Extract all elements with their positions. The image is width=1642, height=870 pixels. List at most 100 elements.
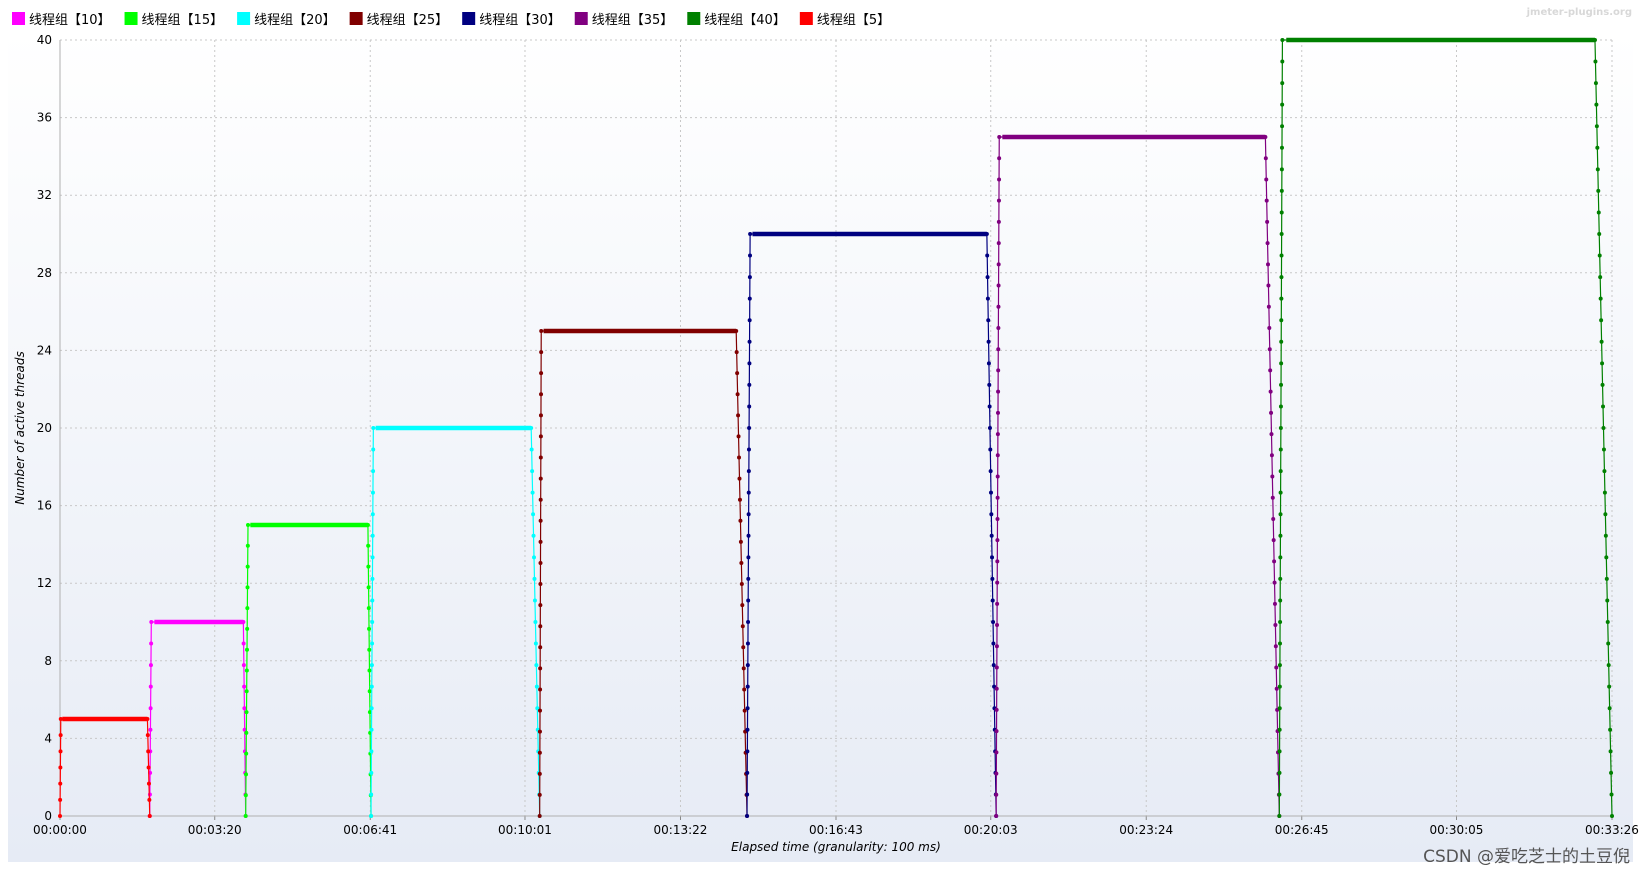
series-marker bbox=[1279, 188, 1284, 193]
series-marker bbox=[538, 645, 543, 650]
series-marker bbox=[1603, 512, 1608, 517]
y-tick-label: 16 bbox=[37, 499, 52, 513]
series-marker bbox=[738, 518, 743, 523]
series-marker bbox=[1598, 275, 1603, 280]
series-marker bbox=[1280, 59, 1285, 64]
series-marker bbox=[1271, 538, 1276, 543]
series-marker bbox=[369, 814, 374, 818]
series-marker bbox=[739, 560, 744, 565]
series-marker bbox=[742, 687, 747, 692]
series-marker bbox=[987, 382, 992, 387]
series-marker bbox=[532, 555, 537, 560]
series-marker bbox=[369, 684, 374, 689]
series-marker bbox=[371, 426, 376, 430]
series-marker bbox=[370, 576, 375, 581]
series-marker bbox=[366, 585, 371, 590]
series-marker bbox=[1278, 555, 1283, 560]
series-marker bbox=[1607, 684, 1612, 689]
series-marker bbox=[538, 560, 543, 565]
series-marker bbox=[996, 304, 1001, 309]
series-marker bbox=[243, 814, 248, 818]
series-marker bbox=[1279, 145, 1284, 150]
series-marker bbox=[1279, 296, 1284, 301]
series-marker bbox=[745, 792, 750, 797]
chart-background bbox=[8, 32, 1633, 862]
series-marker bbox=[1264, 198, 1269, 203]
series-marker bbox=[1278, 426, 1283, 430]
series-marker bbox=[1598, 296, 1603, 301]
series-marker bbox=[1603, 533, 1608, 538]
series-marker bbox=[1609, 770, 1614, 775]
series-marker bbox=[995, 495, 1000, 500]
series-marker bbox=[1279, 339, 1284, 344]
series-marker bbox=[245, 585, 250, 590]
series-marker bbox=[996, 347, 1001, 352]
series-marker bbox=[537, 792, 542, 797]
series-marker bbox=[370, 490, 375, 495]
series-marker bbox=[1602, 490, 1607, 495]
legend-item: 线程组【20】 bbox=[237, 12, 336, 28]
series-marker bbox=[1605, 620, 1610, 624]
series-marker bbox=[1271, 516, 1276, 521]
series-marker bbox=[145, 717, 150, 721]
series-marker bbox=[994, 750, 999, 755]
series-marker bbox=[371, 469, 376, 474]
series-marker bbox=[994, 729, 999, 734]
legend-label: 线程组【25】 bbox=[367, 13, 449, 28]
series-marker bbox=[994, 771, 999, 776]
series-marker bbox=[1270, 474, 1275, 479]
series-marker bbox=[989, 533, 994, 538]
series-marker bbox=[995, 432, 1000, 437]
series-marker bbox=[737, 476, 742, 481]
series-marker bbox=[1599, 318, 1604, 323]
series-marker bbox=[996, 325, 1001, 330]
series-marker bbox=[1273, 623, 1278, 628]
series-marker bbox=[149, 641, 154, 646]
series-marker bbox=[533, 641, 538, 646]
series-marker bbox=[747, 404, 752, 409]
series-marker bbox=[367, 647, 372, 652]
series-marker bbox=[1600, 382, 1605, 387]
series-marker bbox=[747, 361, 752, 366]
series-marker bbox=[538, 455, 543, 460]
series-marker bbox=[995, 623, 1000, 628]
series-marker bbox=[1604, 576, 1609, 581]
series-marker bbox=[988, 469, 993, 474]
series-marker bbox=[1265, 219, 1270, 224]
series-marker bbox=[371, 447, 376, 452]
series-marker bbox=[994, 686, 999, 691]
series-marker bbox=[1601, 447, 1606, 452]
series-marker bbox=[991, 641, 996, 646]
legend-label: 线程组【40】 bbox=[704, 13, 786, 28]
series-marker bbox=[1279, 318, 1284, 323]
legend-swatch bbox=[349, 12, 363, 25]
series-marker bbox=[245, 647, 250, 652]
series-marker bbox=[539, 392, 544, 397]
series-marker bbox=[245, 543, 250, 548]
series-marker bbox=[994, 707, 999, 712]
legend: 线程组【10】 线程组【15】 线程组【20】 线程组【25】 线程组【30】 线程组【3… bbox=[12, 12, 890, 28]
series-marker bbox=[244, 689, 249, 694]
series-marker bbox=[1272, 559, 1277, 564]
series-marker bbox=[538, 518, 543, 523]
series-marker bbox=[1277, 684, 1282, 689]
series-marker bbox=[147, 814, 152, 818]
series-marker bbox=[745, 749, 750, 754]
series-marker bbox=[531, 533, 536, 538]
series-marker bbox=[996, 219, 1001, 224]
series-marker bbox=[1609, 792, 1614, 797]
series-marker bbox=[241, 641, 246, 646]
series-marker bbox=[994, 665, 999, 670]
series-marker bbox=[146, 781, 151, 786]
x-tick-label: 00:33:26 bbox=[1585, 823, 1639, 837]
series-marker bbox=[1267, 347, 1272, 352]
series-marker bbox=[734, 350, 739, 355]
legend-swatch bbox=[462, 12, 476, 25]
legend-item: 线程组【25】 bbox=[349, 12, 449, 28]
legend-label: 线程组【20】 bbox=[254, 13, 336, 28]
x-tick-label: 00:10:01 bbox=[498, 823, 552, 837]
legend-swatch bbox=[799, 12, 813, 25]
series-marker bbox=[995, 474, 1000, 479]
series-marker bbox=[746, 512, 751, 517]
series-marker bbox=[529, 447, 534, 452]
